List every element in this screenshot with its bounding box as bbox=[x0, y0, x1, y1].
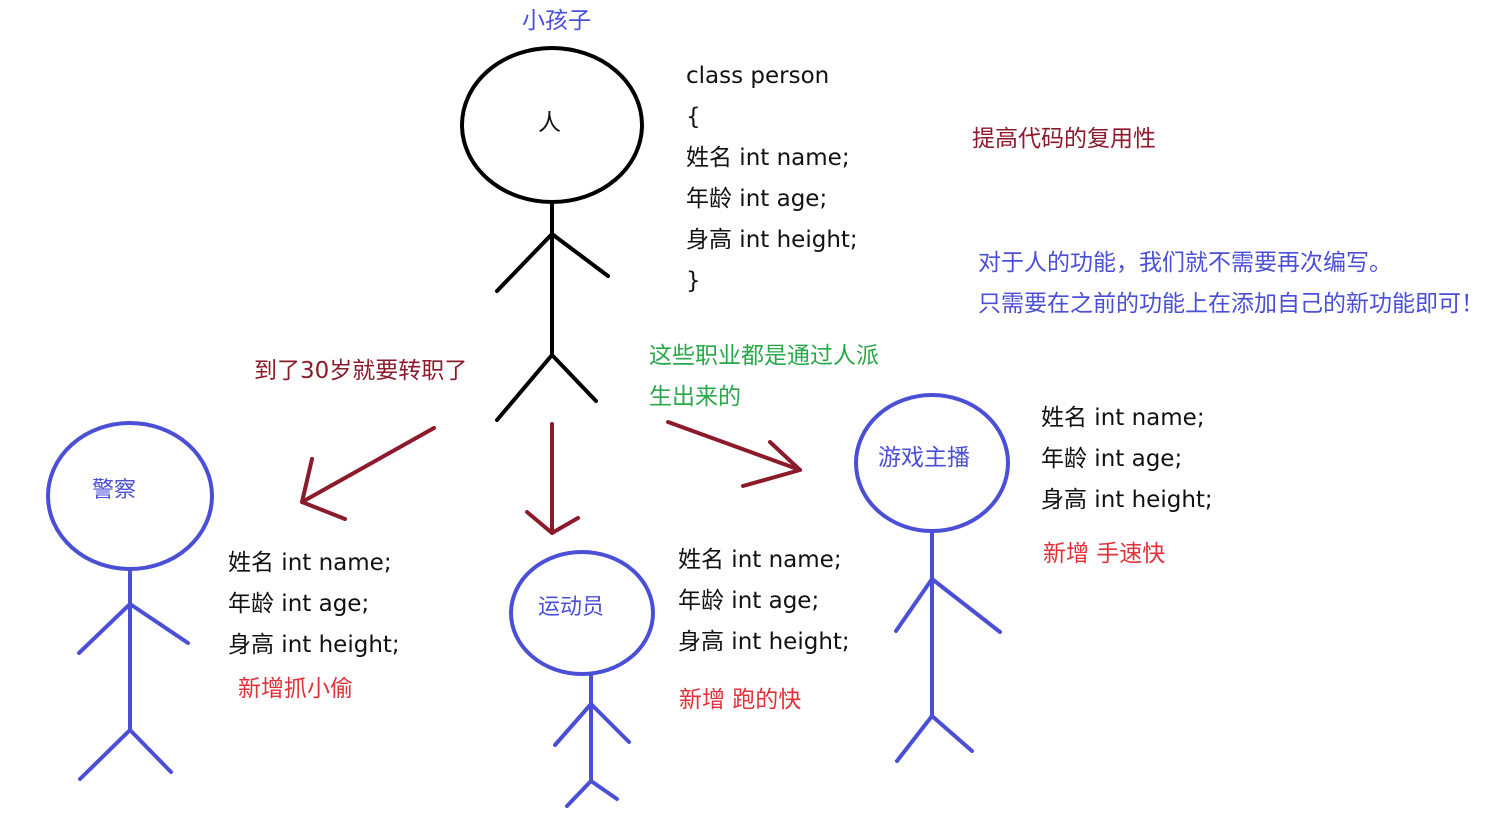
arrow-to-athlete bbox=[525, 422, 580, 535]
athlete-arm-left bbox=[553, 702, 593, 747]
streamer-head-label: 游戏主播 bbox=[878, 445, 970, 471]
field-line: 年龄 int age; bbox=[228, 591, 370, 617]
athlete-leg-right bbox=[589, 779, 619, 801]
police-leg-left bbox=[78, 728, 132, 781]
athlete-addition: 新增 跑的快 bbox=[679, 687, 802, 713]
note-no-rewrite-1: 对于人的功能，我们就不需要再次编写。 bbox=[978, 250, 1392, 276]
code-line: } bbox=[686, 268, 701, 294]
field-line: 年龄 int age; bbox=[1041, 446, 1183, 472]
streamer-fields: 姓名 int name; 年龄 int age; 身高 int height; bbox=[1041, 398, 1213, 521]
arrow-to-streamer bbox=[666, 420, 802, 488]
person-leg-right bbox=[550, 353, 598, 403]
field-line: 姓名 int name; bbox=[678, 547, 842, 573]
police-arm-left bbox=[77, 602, 132, 655]
athlete-leg-left bbox=[565, 779, 593, 808]
arrows bbox=[300, 420, 802, 535]
police-arm-right bbox=[128, 602, 190, 645]
code-line: { bbox=[686, 104, 701, 130]
note-transfer: 到了30岁就要转职了 bbox=[254, 358, 468, 384]
person-stick-figure bbox=[460, 46, 644, 422]
base-class-code: class person { 姓名 int name; 年龄 int age; … bbox=[686, 56, 858, 302]
person-head-label: 人 bbox=[538, 110, 561, 136]
note-reuse: 提高代码的复用性 bbox=[972, 126, 1156, 152]
police-stick-figure bbox=[46, 421, 214, 781]
person-arm-left bbox=[495, 232, 554, 293]
code-line: 姓名 int name; bbox=[686, 145, 850, 171]
police-leg-right bbox=[128, 728, 173, 774]
person-caption: 小孩子 bbox=[522, 8, 591, 34]
streamer-leg-left bbox=[895, 714, 934, 763]
field-line: 身高 int height; bbox=[678, 629, 850, 655]
athlete-head-label: 运动员 bbox=[538, 595, 605, 620]
police-fields: 姓名 int name; 年龄 int age; 身高 int height; bbox=[228, 543, 400, 666]
inheritance-diagram: 小孩子 人 class person { 姓名 int name; 年龄 int… bbox=[0, 0, 1502, 816]
arrow-to-police bbox=[300, 426, 436, 521]
person-leg-left bbox=[495, 353, 554, 422]
field-line: 姓名 int name; bbox=[1041, 405, 1205, 431]
code-line: class person bbox=[686, 63, 830, 89]
field-line: 年龄 int age; bbox=[678, 588, 820, 614]
police-head-label: 警察 bbox=[92, 478, 137, 503]
streamer-leg-right bbox=[930, 714, 974, 753]
note-no-rewrite-2: 只需要在之前的功能上在添加自己的新功能即可！ bbox=[978, 291, 1484, 317]
police-addition: 新增抓小偷 bbox=[238, 676, 353, 702]
code-line: 年龄 int age; bbox=[686, 186, 828, 212]
streamer-addition: 新增 手速快 bbox=[1043, 541, 1166, 567]
field-line: 身高 int height; bbox=[228, 632, 400, 658]
streamer-arm-right bbox=[930, 577, 1002, 634]
field-line: 姓名 int name; bbox=[228, 550, 392, 576]
athlete-fields: 姓名 int name; 年龄 int age; 身高 int height; bbox=[678, 540, 850, 663]
note-derived-1: 这些职业都是通过人派 bbox=[649, 343, 879, 369]
person-arm-right bbox=[550, 232, 610, 278]
field-line: 身高 int height; bbox=[1041, 487, 1213, 513]
athlete-arm-right bbox=[589, 702, 631, 744]
streamer-arm-left bbox=[894, 577, 934, 633]
athlete-stick-figure bbox=[509, 550, 655, 808]
note-derived-2: 生出来的 bbox=[649, 384, 741, 410]
code-line: 身高 int height; bbox=[686, 227, 858, 253]
